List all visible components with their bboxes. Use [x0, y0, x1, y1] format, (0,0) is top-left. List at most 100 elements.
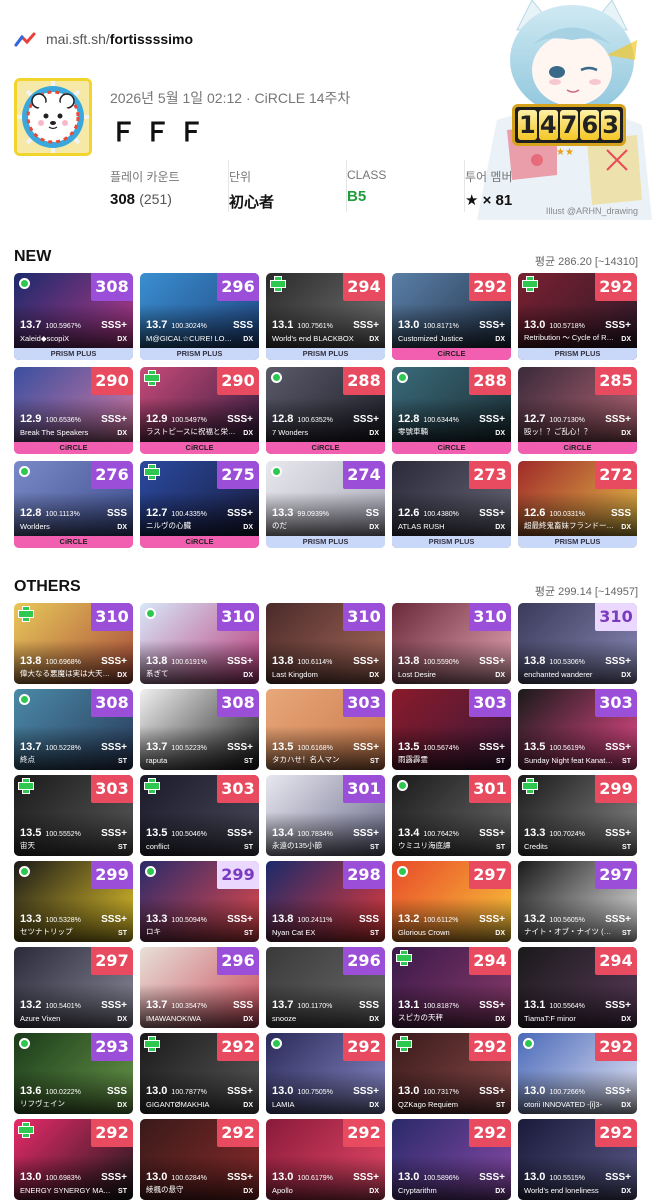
- song-card[interactable]: 303 13.5 100.5674% SSS+ 雨露霹霊 ST: [392, 689, 511, 770]
- song-card[interactable]: 303 13.5 100.5046% SSS+ conflict ST: [140, 775, 259, 856]
- song-rating: 288: [469, 367, 511, 395]
- song-card[interactable]: 294 13.1 100.5564% SSS+ TiamaT:F minor DX: [518, 947, 637, 1028]
- song-rank: SSS+: [101, 914, 127, 925]
- song-rating: 303: [343, 689, 385, 717]
- song-card[interactable]: 272 12.6 100.0331% SSS 超最終鬼畜妹フランドール... DX PRIS…: [518, 461, 637, 548]
- song-stats-row: 13.0 100.5718% SSS+: [524, 319, 631, 331]
- song-card[interactable]: 292 13.0 100.7877% SSS+ GIGANTØMAKHIA DX: [140, 1033, 259, 1114]
- song-card[interactable]: 294 13.1 100.7561% SSS+ World's end BLACKBOX…: [266, 273, 385, 360]
- song-accuracy: 100.6344%: [423, 417, 459, 424]
- song-stats-row: 13.3 100.5328% SSS+: [20, 913, 127, 925]
- song-card[interactable]: 292 13.0 100.7317% SSS+ QZKago Requiem ST: [392, 1033, 511, 1114]
- song-stats-row: 13.1 100.7561% SSS+: [272, 319, 379, 331]
- chart-type: DX: [621, 1102, 631, 1109]
- green-dot-icon: [397, 780, 408, 791]
- song-rating: 303: [469, 689, 511, 717]
- song-rating: 294: [343, 273, 385, 301]
- site-logo-icon[interactable]: [14, 31, 36, 47]
- chart-type: DX: [243, 1188, 253, 1195]
- song-card[interactable]: 299 13.3 100.7024% SSS+ Credits ST: [518, 775, 637, 856]
- song-card[interactable]: 303 13.5 100.5552% SSS+ 宙天 ST: [14, 775, 133, 856]
- song-accuracy: 100.5674%: [423, 745, 459, 752]
- song-title: raputa: [146, 756, 168, 765]
- song-card[interactable]: 274 13.3 99.0939% SS のだ DX PRISM PLUS: [266, 461, 385, 548]
- green-plus-icon: [522, 276, 538, 292]
- version-badge: CiRCLE: [266, 442, 385, 454]
- song-card[interactable]: 297 13.2 100.5605% SSS+ ナイト・オブ・ナイツ (Cr... ST: [518, 861, 637, 942]
- song-rating: 292: [595, 1033, 637, 1061]
- song-card[interactable]: 310 13.8 100.6968% SSS+ 偉大なる悪魔は実は大天使... DX: [14, 603, 133, 684]
- song-card[interactable]: 296 13.7 100.1170% SSS snooze DX: [266, 947, 385, 1028]
- song-accuracy: 100.6179%: [297, 1175, 333, 1182]
- song-accuracy: 100.7266%: [549, 1089, 585, 1096]
- song-card[interactable]: 301 13.4 100.7642% SSS+ ウミユリ海底譚 ST: [392, 775, 511, 856]
- song-card[interactable]: 288 12.8 100.6344% SSS+ 零號車輛 DX CiRCLE: [392, 367, 511, 454]
- song-card[interactable]: 292 13.0 100.5896% SSS+ Cryptarithm DX: [392, 1119, 511, 1200]
- song-card[interactable]: 294 13.1 100.8187% SSS+ スピカの天秤 DX: [392, 947, 511, 1028]
- song-card[interactable]: 275 12.7 100.4335% SSS+ ニルヴの心臓 DX CiRCLE: [140, 461, 259, 548]
- song-stats-row: 13.0 100.8171% SSS+: [398, 319, 505, 331]
- version-badge: PRISM PLUS: [140, 348, 259, 360]
- song-stats-row: 13.0 100.7266% SSS+: [524, 1085, 631, 1097]
- chart-type: DX: [117, 1102, 127, 1109]
- song-card[interactable]: 303 13.5 100.6168% SSS+ タカハせ！名人マン ST: [266, 689, 385, 770]
- chart-type: DX: [495, 930, 505, 937]
- song-card[interactable]: 285 12.7 100.7130% SSS+ 殴ッ！？ご乱心！？ DX CiRCLE: [518, 367, 637, 454]
- song-card[interactable]: 301 13.4 100.7834% SSS+ 永遠の135小節 ST: [266, 775, 385, 856]
- song-card[interactable]: 303 13.5 100.5619% SSS+ Sunday Night feat Ka…: [518, 689, 637, 770]
- song-card[interactable]: 299 13.3 100.5328% SSS+ セツナトリップ ST: [14, 861, 133, 942]
- song-rating: 310: [595, 603, 637, 631]
- song-card[interactable]: 299 13.3 100.5094% SSS+ ロキ ST: [140, 861, 259, 942]
- song-rank: SSS+: [227, 1172, 253, 1183]
- green-plus-icon: [144, 464, 160, 480]
- song-card[interactable]: 292 13.0 100.6983% SSS+ ENERGY SYNERGY MATR.…: [14, 1119, 133, 1200]
- song-stats-row: 12.6 100.0331% SSS: [524, 507, 631, 519]
- song-card[interactable]: 290 12.9 100.6536% SSS+ Break The Speakers DX…: [14, 367, 133, 454]
- song-stats-row: 13.0 100.5515% SSS+: [524, 1171, 631, 1183]
- song-card[interactable]: 288 12.8 100.6352% SSS+ 7 Wonders DX CiRCLE: [266, 367, 385, 454]
- song-rating: 303: [217, 775, 259, 803]
- song-stats-row: 12.8 100.1113% SSS: [20, 507, 127, 519]
- song-card[interactable]: 296 13.7 100.3547% SSS IMAWANOKIWA DX: [140, 947, 259, 1028]
- song-level: 12.8: [272, 413, 294, 425]
- song-level: 12.8: [20, 507, 42, 519]
- song-rank: SSS+: [353, 828, 379, 839]
- song-card[interactable]: 276 12.8 100.1113% SSS Worlders DX CiRCLE: [14, 461, 133, 548]
- chart-type: ST: [118, 930, 127, 937]
- song-card[interactable]: 308 13.7 100.5228% SSS+ 終点 ST: [14, 689, 133, 770]
- song-card[interactable]: 273 12.6 100.4380% SSS+ ATLAS RUSH DX PRISM PL…: [392, 461, 511, 548]
- song-card[interactable]: 310 13.8 100.5306% SSS+ enchanted wanderer DX: [518, 603, 637, 684]
- song-card[interactable]: 310 13.8 100.5590% SSS+ Lost Desire DX: [392, 603, 511, 684]
- song-accuracy: 100.5967%: [45, 323, 81, 330]
- song-card[interactable]: 292 13.0 100.6179% SSS+ Apollo DX: [266, 1119, 385, 1200]
- song-stats-row: 13.0 100.6179% SSS+: [272, 1171, 379, 1183]
- song-card[interactable]: 298 13.8 100.2411% SSS Nyan Cat EX ST: [266, 861, 385, 942]
- song-card[interactable]: 292 13.0 100.8171% SSS+ Customized Justice DX…: [392, 273, 511, 360]
- stat-label: 플레이 카운트: [110, 170, 180, 184]
- song-card[interactable]: 296 13.7 100.3024% SSS M@GICAL☆CURE! LOVE...…: [140, 273, 259, 360]
- song-card[interactable]: 310 13.8 100.6114% SSS+ Last Kingdom DX: [266, 603, 385, 684]
- song-card[interactable]: 308 13.7 100.5967% SSS+ Xaleid◆scopiX DX PRISM…: [14, 273, 133, 360]
- song-card[interactable]: 297 13.2 100.5401% SSS+ Azure Vixen DX: [14, 947, 133, 1028]
- song-card[interactable]: 297 13.2 100.6112% SSS+ Glorious Crown DX: [392, 861, 511, 942]
- song-card[interactable]: 292 13.0 100.6284% SSS+ 綾楓の悬守 DX: [140, 1119, 259, 1200]
- green-plus-icon: [522, 778, 538, 794]
- song-card[interactable]: 292 13.0 100.7505% SSS+ LAMIA DX: [266, 1033, 385, 1114]
- chart-type: ST: [118, 1188, 127, 1195]
- profile-url[interactable]: mai.sft.sh/fortissssimo: [46, 31, 193, 47]
- version-badge: CiRCLE: [14, 536, 133, 548]
- song-card[interactable]: 308 13.7 100.5223% SSS+ raputa ST: [140, 689, 259, 770]
- song-level: 13.7: [20, 741, 42, 753]
- song-card[interactable]: 292 13.0 100.5515% SSS+ World's end loneline…: [518, 1119, 637, 1200]
- song-card[interactable]: 292 13.0 100.7266% SSS+ otorii INNOVATED -[i…: [518, 1033, 637, 1114]
- song-card[interactable]: 290 12.9 100.5497% SSS+ ラストピースに祝福と栄光... DX CiR…: [140, 367, 259, 454]
- song-level: 13.0: [272, 1171, 294, 1183]
- song-accuracy: 100.7877%: [171, 1089, 207, 1096]
- song-level: 12.6: [524, 507, 546, 519]
- song-card[interactable]: 293 13.6 100.0222% SSS リフヴェイン DX: [14, 1033, 133, 1114]
- song-accuracy: 100.5328%: [45, 917, 81, 924]
- chart-type: DX: [369, 1016, 379, 1023]
- song-card[interactable]: 310 13.8 100.6191% SSS+ 系ぎて DX: [140, 603, 259, 684]
- song-card[interactable]: 292 13.0 100.5718% SSS+ Retribution 〜 Cycle …: [518, 273, 637, 360]
- green-dot-icon: [397, 866, 408, 877]
